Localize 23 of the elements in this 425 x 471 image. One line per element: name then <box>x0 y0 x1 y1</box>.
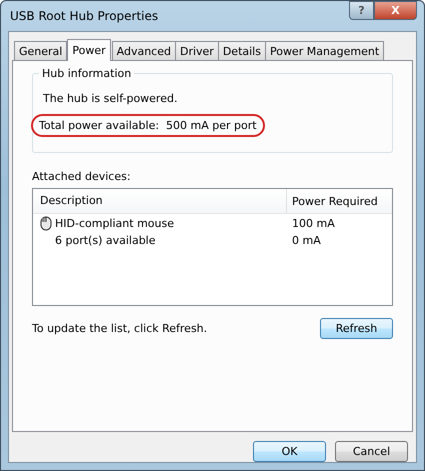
table-cell-text: 0 mA <box>291 234 321 246</box>
dialog-button[interactable]: Cancel <box>335 441 408 462</box>
group-title: Hub information <box>41 67 132 80</box>
tab[interactable]: Power Management <box>264 41 384 60</box>
table-cell: HID-compliant mouse <box>55 216 174 230</box>
info-text: The hub is self-powered. <box>42 91 178 107</box>
dialog-button[interactable]: OK <box>253 441 326 462</box>
tab[interactable]: Details <box>218 41 266 60</box>
column-header[interactable]: Description <box>33 189 287 213</box>
mouse-icon <box>40 216 52 230</box>
tab[interactable]: Driver <box>174 41 219 60</box>
help-button[interactable]: ? <box>349 1 374 20</box>
table-cell-text: 100 mA <box>291 216 335 230</box>
tab[interactable]: General <box>14 41 68 60</box>
tab[interactable]: Power <box>67 39 111 61</box>
window-title: USB Root Hub Properties <box>9 9 158 23</box>
section-label: Attached devices: <box>32 170 132 183</box>
hint-text: To update the list, click Refresh. <box>32 322 208 335</box>
info-text: Total power available: 500 mA per port <box>31 114 265 137</box>
column-header[interactable]: Power Required <box>287 194 378 208</box>
table-cell: 6 port(s) available <box>55 234 156 246</box>
tab[interactable]: Advanced <box>112 41 176 60</box>
refresh-button[interactable]: Refresh <box>320 318 393 339</box>
